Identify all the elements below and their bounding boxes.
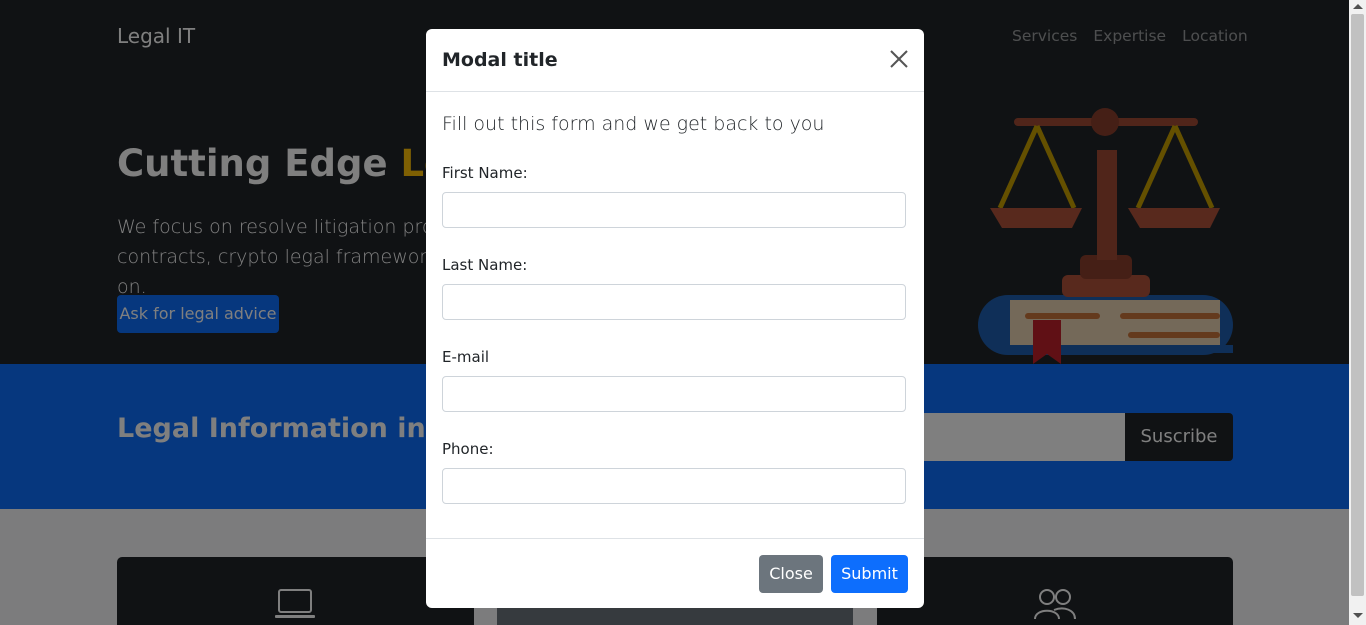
scroll-up-arrow-icon[interactable] — [1353, 4, 1363, 9]
submit-button[interactable]: Submit — [831, 555, 908, 593]
close-icon[interactable] — [886, 46, 912, 72]
email-label: E-mail — [442, 348, 490, 366]
last-name-label: Last Name: — [442, 256, 528, 274]
email-input[interactable] — [442, 376, 906, 412]
first-name-label: First Name: — [442, 164, 528, 182]
phone-label: Phone: — [442, 440, 494, 458]
scrollbar-thumb[interactable] — [1351, 14, 1364, 596]
last-name-input[interactable] — [442, 284, 906, 320]
contact-modal: Modal title Fill out this form and we ge… — [426, 29, 924, 608]
modal-header: Modal title — [426, 29, 924, 92]
close-button[interactable]: Close — [759, 555, 823, 593]
first-name-input[interactable] — [442, 192, 906, 228]
scroll-down-arrow-icon[interactable] — [1353, 613, 1363, 618]
phone-input[interactable] — [442, 468, 906, 504]
modal-intro: Fill out this form and we get back to yo… — [442, 113, 825, 135]
modal-title: Modal title — [442, 49, 558, 71]
